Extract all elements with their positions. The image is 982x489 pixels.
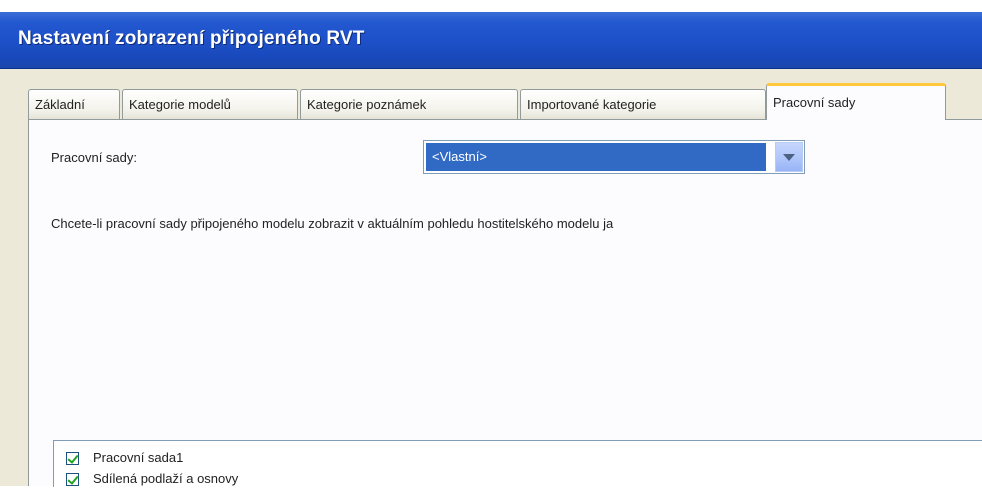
tab-pracovni-sady[interactable]: Pracovní sady (766, 83, 946, 120)
tab-importovane-kategorie[interactable]: Importované kategorie (520, 89, 766, 119)
title-bar[interactable]: Nastavení zobrazení připojeného RVT (0, 12, 982, 69)
tab-kategorie-poznamek[interactable]: Kategorie poznámek (300, 89, 518, 119)
dialog-window: Nastavení zobrazení připojeného RVT Zákl… (0, 0, 982, 487)
list-item-label: Pracovní sada1 (93, 450, 184, 465)
dropdown-button[interactable] (775, 142, 803, 172)
tab-strip: Základní Kategorie modelů Kategorie pozn… (28, 81, 982, 120)
checkbox-checked-icon[interactable] (66, 452, 79, 466)
worksets-dropdown[interactable]: <Vlastní> (423, 140, 805, 174)
worksets-hint-text: Chcete-li pracovní sady připojeného mode… (51, 216, 614, 231)
window-title: Nastavení zobrazení připojeného RVT (18, 28, 365, 49)
dialog-client-area: Základní Kategorie modelů Kategorie pozn… (0, 69, 982, 487)
worksets-dropdown-value: <Vlastní> (426, 143, 766, 171)
worksets-label: Pracovní sady: (51, 150, 137, 165)
tab-kategorie-modelu[interactable]: Kategorie modelů (122, 89, 298, 119)
checkbox-checked-icon[interactable] (66, 473, 79, 487)
list-item[interactable]: Pracovní sada1 (66, 448, 183, 468)
list-item-label: Sdílená podlaží a osnovy (93, 471, 239, 486)
tab-page-pracovni-sady: Pracovní sady: <Vlastní> Chcete-li praco… (28, 119, 982, 487)
worksets-list[interactable]: Pracovní sada1 Sdílená podlaží a osnovy (53, 440, 982, 487)
list-item[interactable]: Sdílená podlaží a osnovy (66, 469, 238, 489)
chevron-down-icon (783, 154, 795, 161)
tab-zakladni[interactable]: Základní (28, 89, 120, 119)
